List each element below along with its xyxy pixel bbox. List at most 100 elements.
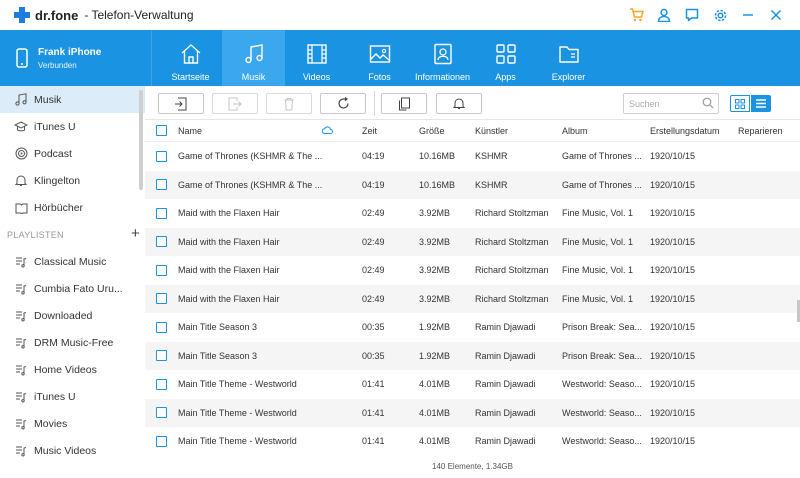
tab-label: Apps [495,72,516,82]
column-header-zeit[interactable]: Zeit [362,126,419,136]
track-album: Westworld: Seaso... [562,407,642,418]
track-date: 1920/10/15 [650,436,696,447]
sidebar-item-klingelton[interactable]: Klingelton [0,167,145,194]
track-artist: Richard Stoltzman [475,265,549,276]
row-checkbox[interactable] [156,264,167,276]
playlist-item[interactable]: Movies [0,410,145,437]
row-checkbox[interactable] [156,407,167,419]
track-artist: KSHMR [475,179,508,190]
column-header-erstellungsdatum[interactable]: Erstellungsdatum [650,126,738,136]
tab-fotos[interactable]: Fotos [348,30,411,86]
sidebar-item-hoerbuecher[interactable]: Hörbücher [0,194,145,221]
tab-musik[interactable]: Musik [222,30,285,86]
sidebar-item-podcast[interactable]: Podcast [0,140,145,167]
track-time: 02:49 [362,293,385,304]
column-header-groesse[interactable]: Größe [419,126,475,136]
column-header-name[interactable]: Name [178,126,322,136]
table-row[interactable]: Main Title Theme - Westworld 01:41 4.01M… [145,427,800,456]
playlist-item[interactable]: Home Videos [0,356,145,383]
tab-startseite[interactable]: Startseite [159,30,222,86]
close-icon[interactable] [768,7,784,23]
track-size: 4.01MB [419,407,451,418]
phone-icon [16,48,28,68]
select-all-checkbox[interactable] [156,125,167,136]
track-time: 01:41 [362,407,385,418]
track-date: 1920/10/15 [650,265,696,276]
cart-icon[interactable] [628,7,644,23]
search-input[interactable] [624,94,699,113]
home-icon [181,44,200,64]
track-name: Main Title Season 3 [178,322,258,333]
toolbar [145,86,800,120]
status-bar: 140 Elemente, 1.34GB [145,455,800,478]
table-row[interactable]: Maid with the Flaxen Hair 02:49 3.92MB R… [145,284,800,313]
user-icon[interactable] [656,7,672,23]
column-header-kuenstler[interactable]: Künstler [475,126,562,136]
add-playlist-button[interactable]: + [131,226,140,241]
row-checkbox[interactable] [156,435,167,447]
track-album: Prison Break: Sea... [562,350,643,361]
row-checkbox[interactable] [156,293,167,305]
grid-view-button[interactable] [730,95,750,112]
tab-informationen[interactable]: Informationen [411,30,474,86]
track-size: 1.92MB [419,322,451,333]
sidebar-item-label: Musik [34,93,62,106]
tab-label: Explorer [551,72,586,82]
sidebar-scrollbar[interactable] [139,90,143,190]
tab-explorer[interactable]: Explorer [537,30,600,86]
feedback-icon[interactable] [684,7,700,23]
table-row[interactable]: Main Title Season 3 00:35 1.92MB Ramin D… [145,313,800,342]
table-row[interactable]: Main Title Theme - Westworld 01:41 4.01M… [145,370,800,399]
minimize-icon[interactable] [740,7,756,23]
grid-icon [735,98,745,109]
track-date: 1920/10/15 [650,350,696,361]
row-checkbox[interactable] [156,236,167,248]
track-size: 3.92MB [419,293,451,304]
sidebar-item-itunes-u[interactable]: iTunes U [0,113,145,140]
column-header-reparieren[interactable]: Reparieren [738,126,800,136]
column-header-album[interactable]: Album [562,126,650,136]
deduplicate-button[interactable] [381,93,427,114]
playlist-item[interactable]: Downloaded [0,302,145,329]
track-artist: Richard Stoltzman [475,293,549,304]
search-icon[interactable] [702,97,714,109]
playlist-item[interactable]: iTunes U [0,383,145,410]
tab-apps[interactable]: Apps [474,30,537,86]
device-panel[interactable]: Frank iPhone Verbunden [0,30,152,86]
table-row[interactable]: Maid with the Flaxen Hair 02:49 3.92MB R… [145,227,800,256]
track-date: 1920/10/15 [650,151,696,162]
track-album: Prison Break: Sea... [562,322,643,333]
sidebar-item-musik[interactable]: Musik [0,86,145,113]
playlist-item[interactable]: Cumbia Fato Uru... [0,275,145,302]
settings-gear-icon[interactable] [712,7,728,23]
track-date: 1920/10/15 [650,179,696,190]
track-date: 1920/10/15 [650,407,696,418]
playlist-item[interactable]: Music Videos [0,437,145,464]
export-button[interactable] [212,93,258,114]
table-row[interactable]: Main Title Theme - Westworld 01:41 4.01M… [145,398,800,427]
table-row[interactable]: Game of Thrones (KSHMR & The ... 04:19 1… [145,142,800,171]
track-size: 3.92MB [419,236,451,247]
import-button[interactable] [158,93,204,114]
table-row[interactable]: Maid with the Flaxen Hair 02:49 3.92MB R… [145,256,800,285]
ringtone-button[interactable] [436,93,482,114]
delete-button[interactable] [266,93,312,114]
row-checkbox[interactable] [156,207,167,219]
row-checkbox[interactable] [156,150,167,162]
search-box[interactable] [623,93,719,114]
track-size: 3.92MB [419,208,451,219]
refresh-button[interactable] [320,93,366,114]
table-row[interactable]: Main Title Season 3 00:35 1.92MB Ramin D… [145,341,800,370]
tab-videos[interactable]: Videos [285,30,348,86]
row-checkbox[interactable] [156,179,167,191]
table-row[interactable]: Maid with the Flaxen Hair 02:49 3.92MB R… [145,199,800,228]
playlist-item[interactable]: Classical Music [0,248,145,275]
row-checkbox[interactable] [156,378,167,390]
table-row[interactable]: Game of Thrones (KSHMR & The ... 04:19 1… [145,170,800,199]
row-checkbox[interactable] [156,321,167,333]
playlists-header: PLAYLISTEN + [0,221,145,248]
row-checkbox[interactable] [156,350,167,362]
playlist-item[interactable]: DRM Music-Free [0,329,145,356]
bell-icon [453,98,465,109]
list-view-button[interactable] [751,95,771,112]
